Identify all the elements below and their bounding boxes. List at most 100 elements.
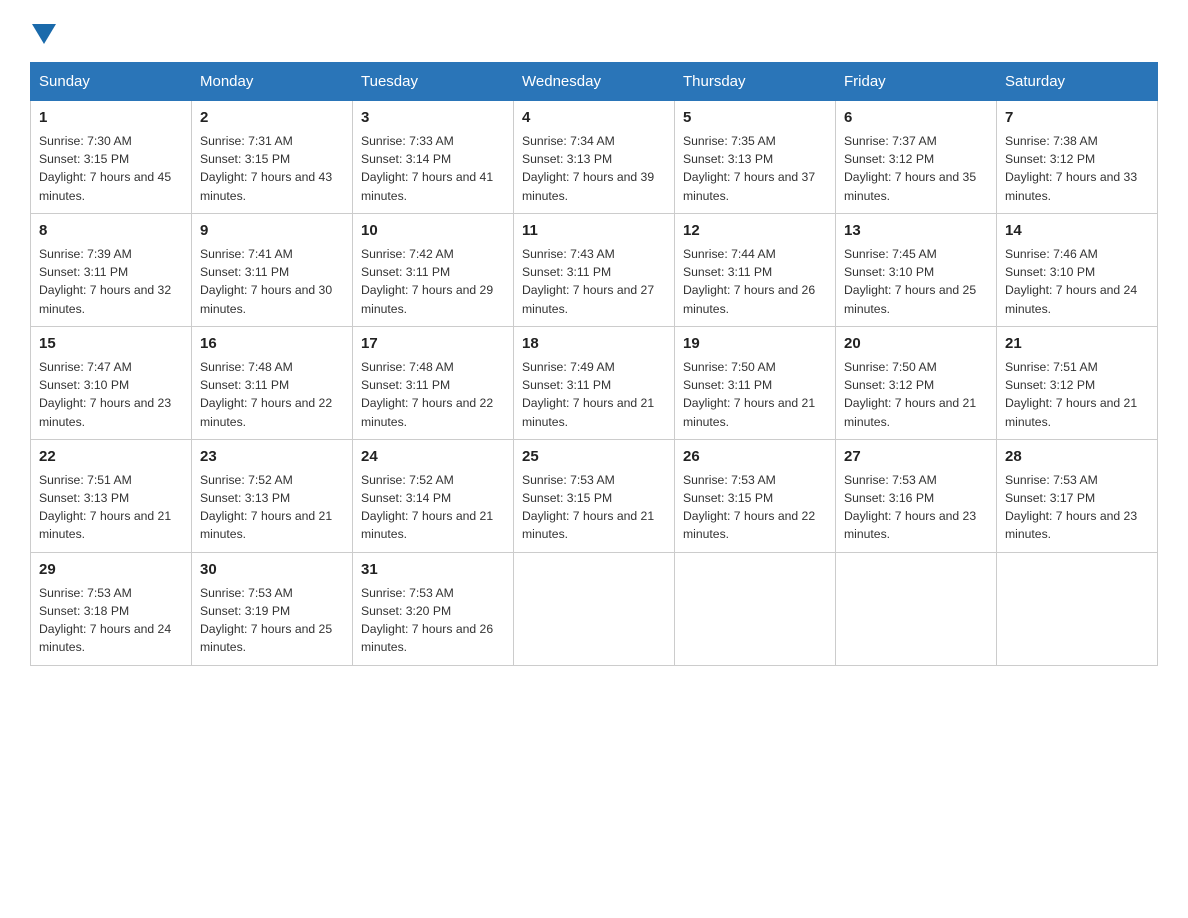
day-info: Sunrise: 7:42 AMSunset: 3:11 PMDaylight:… (361, 247, 493, 316)
day-info: Sunrise: 7:46 AMSunset: 3:10 PMDaylight:… (1005, 247, 1137, 316)
day-number: 10 (361, 220, 505, 242)
day-info: Sunrise: 7:48 AMSunset: 3:11 PMDaylight:… (200, 360, 332, 429)
day-info: Sunrise: 7:31 AMSunset: 3:15 PMDaylight:… (200, 134, 332, 203)
calendar-cell: 19 Sunrise: 7:50 AMSunset: 3:11 PMDaylig… (675, 326, 836, 439)
day-info: Sunrise: 7:52 AMSunset: 3:14 PMDaylight:… (361, 473, 493, 542)
day-number: 13 (844, 220, 988, 242)
calendar-cell: 29 Sunrise: 7:53 AMSunset: 3:18 PMDaylig… (31, 552, 192, 665)
calendar-cell (836, 552, 997, 665)
day-number: 3 (361, 107, 505, 129)
day-number: 23 (200, 446, 344, 468)
day-info: Sunrise: 7:30 AMSunset: 3:15 PMDaylight:… (39, 134, 171, 203)
day-number: 30 (200, 559, 344, 581)
day-number: 20 (844, 333, 988, 355)
calendar-cell (675, 552, 836, 665)
day-info: Sunrise: 7:44 AMSunset: 3:11 PMDaylight:… (683, 247, 815, 316)
day-info: Sunrise: 7:53 AMSunset: 3:18 PMDaylight:… (39, 586, 171, 655)
calendar-cell: 9 Sunrise: 7:41 AMSunset: 3:11 PMDayligh… (192, 213, 353, 326)
day-info: Sunrise: 7:37 AMSunset: 3:12 PMDaylight:… (844, 134, 976, 203)
day-info: Sunrise: 7:53 AMSunset: 3:20 PMDaylight:… (361, 586, 493, 655)
day-number: 4 (522, 107, 666, 129)
calendar-cell (514, 552, 675, 665)
day-info: Sunrise: 7:53 AMSunset: 3:16 PMDaylight:… (844, 473, 976, 542)
day-header-wednesday: Wednesday (514, 63, 675, 101)
calendar-body: 1 Sunrise: 7:30 AMSunset: 3:15 PMDayligh… (31, 101, 1158, 666)
calendar-cell: 31 Sunrise: 7:53 AMSunset: 3:20 PMDaylig… (353, 552, 514, 665)
day-header-row: SundayMondayTuesdayWednesdayThursdayFrid… (31, 63, 1158, 101)
calendar-cell: 4 Sunrise: 7:34 AMSunset: 3:13 PMDayligh… (514, 101, 675, 214)
day-number: 24 (361, 446, 505, 468)
day-info: Sunrise: 7:50 AMSunset: 3:12 PMDaylight:… (844, 360, 976, 429)
day-info: Sunrise: 7:48 AMSunset: 3:11 PMDaylight:… (361, 360, 493, 429)
day-number: 12 (683, 220, 827, 242)
day-info: Sunrise: 7:34 AMSunset: 3:13 PMDaylight:… (522, 134, 654, 203)
day-info: Sunrise: 7:51 AMSunset: 3:13 PMDaylight:… (39, 473, 171, 542)
day-info: Sunrise: 7:35 AMSunset: 3:13 PMDaylight:… (683, 134, 815, 203)
day-number: 16 (200, 333, 344, 355)
calendar-cell: 10 Sunrise: 7:42 AMSunset: 3:11 PMDaylig… (353, 213, 514, 326)
day-info: Sunrise: 7:39 AMSunset: 3:11 PMDaylight:… (39, 247, 171, 316)
week-row-1: 1 Sunrise: 7:30 AMSunset: 3:15 PMDayligh… (31, 101, 1158, 214)
day-header-friday: Friday (836, 63, 997, 101)
calendar-cell: 20 Sunrise: 7:50 AMSunset: 3:12 PMDaylig… (836, 326, 997, 439)
day-info: Sunrise: 7:53 AMSunset: 3:19 PMDaylight:… (200, 586, 332, 655)
day-info: Sunrise: 7:53 AMSunset: 3:15 PMDaylight:… (522, 473, 654, 542)
day-number: 5 (683, 107, 827, 129)
calendar-cell: 3 Sunrise: 7:33 AMSunset: 3:14 PMDayligh… (353, 101, 514, 214)
day-number: 7 (1005, 107, 1149, 129)
calendar-header: SundayMondayTuesdayWednesdayThursdayFrid… (31, 63, 1158, 101)
day-number: 14 (1005, 220, 1149, 242)
calendar-cell: 12 Sunrise: 7:44 AMSunset: 3:11 PMDaylig… (675, 213, 836, 326)
calendar-cell: 5 Sunrise: 7:35 AMSunset: 3:13 PMDayligh… (675, 101, 836, 214)
day-number: 31 (361, 559, 505, 581)
day-number: 28 (1005, 446, 1149, 468)
calendar-cell: 7 Sunrise: 7:38 AMSunset: 3:12 PMDayligh… (997, 101, 1158, 214)
day-number: 17 (361, 333, 505, 355)
week-row-4: 22 Sunrise: 7:51 AMSunset: 3:13 PMDaylig… (31, 439, 1158, 552)
day-number: 18 (522, 333, 666, 355)
day-number: 9 (200, 220, 344, 242)
page-header (30, 20, 1158, 44)
day-number: 22 (39, 446, 183, 468)
logo-text (30, 20, 56, 44)
day-info: Sunrise: 7:51 AMSunset: 3:12 PMDaylight:… (1005, 360, 1137, 429)
day-header-saturday: Saturday (997, 63, 1158, 101)
day-number: 29 (39, 559, 183, 581)
day-number: 26 (683, 446, 827, 468)
day-info: Sunrise: 7:47 AMSunset: 3:10 PMDaylight:… (39, 360, 171, 429)
day-number: 15 (39, 333, 183, 355)
calendar-cell: 14 Sunrise: 7:46 AMSunset: 3:10 PMDaylig… (997, 213, 1158, 326)
day-number: 25 (522, 446, 666, 468)
day-number: 2 (200, 107, 344, 129)
calendar-cell: 17 Sunrise: 7:48 AMSunset: 3:11 PMDaylig… (353, 326, 514, 439)
day-number: 21 (1005, 333, 1149, 355)
calendar-cell: 18 Sunrise: 7:49 AMSunset: 3:11 PMDaylig… (514, 326, 675, 439)
calendar-cell: 28 Sunrise: 7:53 AMSunset: 3:17 PMDaylig… (997, 439, 1158, 552)
day-header-sunday: Sunday (31, 63, 192, 101)
calendar-cell: 30 Sunrise: 7:53 AMSunset: 3:19 PMDaylig… (192, 552, 353, 665)
day-info: Sunrise: 7:50 AMSunset: 3:11 PMDaylight:… (683, 360, 815, 429)
calendar-cell (997, 552, 1158, 665)
logo-blue-part (30, 20, 56, 44)
week-row-3: 15 Sunrise: 7:47 AMSunset: 3:10 PMDaylig… (31, 326, 1158, 439)
day-number: 8 (39, 220, 183, 242)
day-number: 1 (39, 107, 183, 129)
day-number: 27 (844, 446, 988, 468)
day-info: Sunrise: 7:53 AMSunset: 3:15 PMDaylight:… (683, 473, 815, 542)
day-info: Sunrise: 7:43 AMSunset: 3:11 PMDaylight:… (522, 247, 654, 316)
logo-arrow-icon (32, 24, 56, 44)
calendar-cell: 15 Sunrise: 7:47 AMSunset: 3:10 PMDaylig… (31, 326, 192, 439)
logo (30, 20, 56, 44)
calendar-cell: 22 Sunrise: 7:51 AMSunset: 3:13 PMDaylig… (31, 439, 192, 552)
calendar-cell: 21 Sunrise: 7:51 AMSunset: 3:12 PMDaylig… (997, 326, 1158, 439)
day-number: 6 (844, 107, 988, 129)
day-header-monday: Monday (192, 63, 353, 101)
day-info: Sunrise: 7:33 AMSunset: 3:14 PMDaylight:… (361, 134, 493, 203)
calendar-cell: 23 Sunrise: 7:52 AMSunset: 3:13 PMDaylig… (192, 439, 353, 552)
day-number: 19 (683, 333, 827, 355)
week-row-5: 29 Sunrise: 7:53 AMSunset: 3:18 PMDaylig… (31, 552, 1158, 665)
day-header-tuesday: Tuesday (353, 63, 514, 101)
calendar-cell: 24 Sunrise: 7:52 AMSunset: 3:14 PMDaylig… (353, 439, 514, 552)
day-info: Sunrise: 7:38 AMSunset: 3:12 PMDaylight:… (1005, 134, 1137, 203)
day-info: Sunrise: 7:45 AMSunset: 3:10 PMDaylight:… (844, 247, 976, 316)
